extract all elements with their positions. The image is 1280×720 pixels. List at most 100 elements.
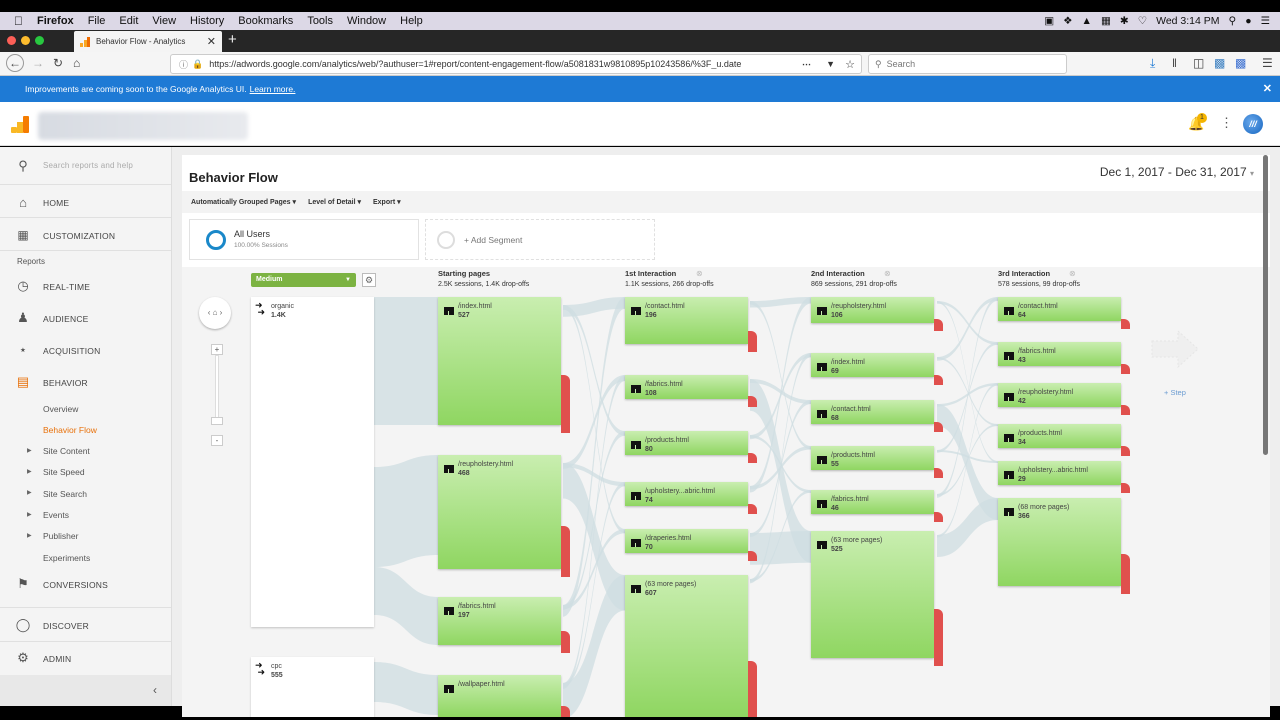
vertical-scrollbar[interactable] [1263, 155, 1268, 455]
export-dropdown[interactable]: Export ▾ [373, 198, 401, 206]
flow-node[interactable]: /products.html 80 [625, 431, 748, 455]
sidebar-item-events[interactable]: Events [43, 510, 69, 520]
account-avatar[interactable]: /// [1243, 114, 1263, 134]
menu-view[interactable]: View [152, 15, 176, 27]
reload-button[interactable]: ↻ [53, 56, 63, 70]
date-range-picker[interactable]: Dec 1, 2017 - Dec 31, 2017 ▾ [1100, 165, 1254, 179]
close-tab-icon[interactable]: ✕ [207, 35, 216, 48]
more-options-icon[interactable]: ⋮ [1220, 115, 1233, 131]
flow-connection[interactable] [563, 305, 625, 436]
dropoff-indicator[interactable] [934, 608, 943, 666]
learn-more-link[interactable]: Learn more. [250, 84, 296, 94]
flow-connection[interactable] [374, 662, 438, 715]
dropoff-indicator[interactable] [934, 512, 943, 522]
home-button[interactable]: ⌂ [73, 56, 80, 70]
dropoff-indicator[interactable] [561, 631, 570, 653]
flow-node[interactable]: /upholstery...abric.html 29 [998, 461, 1121, 485]
segment-all-users[interactable]: All Users 100.00% Sessions [189, 219, 419, 260]
sidebar-item-site-search[interactable]: Site Search [43, 489, 87, 499]
sidebar-item-discover[interactable]: ◯ DISCOVER [0, 609, 171, 641]
dropoff-indicator[interactable] [934, 375, 943, 385]
expand-triangle-icon[interactable]: ▶ [27, 489, 32, 496]
sidebar-item-audience[interactable]: ♟ AUDIENCE [0, 305, 171, 331]
dropoff-indicator[interactable] [748, 330, 757, 352]
sidebar-item-site-speed[interactable]: Site Speed [43, 467, 85, 477]
sidebar-item-experiments[interactable]: Experiments [43, 553, 90, 563]
flow-connection[interactable] [937, 383, 998, 407]
sidebar-icon[interactable]: ◫ [1193, 56, 1204, 70]
notification-center-icon[interactable]: ☰ [1261, 15, 1270, 27]
dropbox-icon[interactable]: ❖ [1063, 15, 1072, 27]
drive-icon[interactable]: ▲ [1082, 15, 1092, 27]
dropoff-indicator[interactable] [748, 504, 757, 514]
flow-node[interactable]: /fabrics.html 197 [438, 597, 561, 645]
dropoff-indicator[interactable] [934, 319, 943, 331]
flow-connection[interactable] [374, 567, 438, 645]
expand-triangle-icon[interactable]: ▶ [27, 532, 32, 539]
back-button[interactable]: ← [6, 54, 24, 72]
account-selector-blurred[interactable] [38, 112, 248, 140]
close-banner-icon[interactable]: ✕ [1263, 82, 1272, 95]
pocket-icon[interactable]: ▼ [826, 59, 835, 69]
spotlight-icon[interactable]: ⚲ [1229, 15, 1237, 27]
wifi-icon[interactable]: ♡ [1138, 15, 1147, 27]
sidebar-item-behavior[interactable]: ▤ BEHAVIOR [0, 369, 171, 395]
flow-connection[interactable] [937, 498, 998, 557]
dropoff-indicator[interactable] [748, 453, 757, 463]
dropoff-indicator[interactable] [1121, 405, 1130, 415]
dropoff-indicator[interactable] [1121, 446, 1130, 456]
sidebar-search-input[interactable]: Search reports and help [43, 161, 133, 170]
flow-node[interactable]: /wallpaper.html [438, 675, 561, 717]
dropoff-indicator[interactable] [748, 661, 757, 717]
zoom-in-button[interactable]: + [211, 344, 223, 355]
dimension-select[interactable]: Medium ▼ [251, 273, 356, 287]
dropoff-indicator[interactable] [934, 422, 943, 432]
collapse-chevron-icon[interactable]: ‹ [153, 683, 157, 697]
dropoff-indicator[interactable] [561, 375, 570, 433]
flow-node[interactable]: /contact.html 64 [998, 297, 1121, 321]
menu-tools[interactable]: Tools [307, 15, 333, 27]
menu-icon[interactable]: ☰ [1262, 56, 1273, 70]
dropoff-indicator[interactable] [748, 396, 757, 407]
sidebar-item-home[interactable]: ⌂ HOME [0, 185, 171, 217]
pan-home-control[interactable]: ‹ ⌂ › [199, 297, 231, 329]
clock[interactable]: Wed 3:14 PM [1156, 15, 1219, 27]
flow-node[interactable]: /index.html 527 [438, 297, 561, 425]
downloads-icon[interactable]: ⤓ [1150, 56, 1155, 71]
flow-node[interactable]: /index.html 69 [811, 353, 934, 377]
add-step-arrow-icon[interactable] [1150, 329, 1200, 369]
flow-node[interactable]: (63 more pages) 525 [811, 531, 934, 658]
expand-triangle-icon[interactable]: ▶ [27, 447, 32, 454]
dropoff-indicator[interactable] [1121, 364, 1130, 374]
sidebar-item-behavior-flow[interactable]: Behavior Flow [43, 425, 97, 435]
grouped-pages-dropdown[interactable]: Automatically Grouped Pages ▾ [191, 198, 296, 206]
flow-node[interactable]: /fabrics.html 46 [811, 490, 934, 514]
sidebar-item-publisher[interactable]: Publisher [43, 531, 78, 541]
add-step-button[interactable]: + Step [1164, 388, 1186, 397]
source-node-organic[interactable]: ➜ ➜ organic 1.4K [251, 297, 374, 627]
flow-node[interactable]: /reupholstery.html 106 [811, 297, 934, 323]
app-status-icon[interactable]: ▦ [1101, 15, 1111, 27]
flow-node[interactable]: /products.html 34 [998, 424, 1121, 448]
bookmark-star-icon[interactable]: ☆ [845, 58, 855, 71]
flow-connection[interactable] [374, 297, 438, 425]
siri-icon[interactable]: ● [1245, 15, 1251, 27]
menu-app-firefox[interactable]: Firefox [37, 15, 74, 27]
flow-node[interactable]: (63 more pages) 607 [625, 575, 748, 717]
menu-window[interactable]: Window [347, 15, 386, 27]
flow-node[interactable]: (68 more pages) 366 [998, 498, 1121, 586]
bluetooth-icon[interactable]: ✱ [1120, 15, 1129, 27]
screen-record-icon[interactable]: ▣ [1044, 15, 1054, 27]
remove-step-icon[interactable]: ⊗ [1069, 269, 1076, 278]
browser-search-input[interactable]: ⚲ Search [868, 54, 1067, 74]
flow-node[interactable]: /upholstery...abric.html 74 [625, 482, 748, 506]
dropoff-indicator[interactable] [1121, 483, 1130, 493]
sidebar-item-admin[interactable]: ⚙ ADMIN [0, 643, 171, 673]
apple-icon[interactable]:  [14, 14, 23, 28]
zoom-slider-handle[interactable] [211, 417, 223, 425]
sidebar-item-acquisition[interactable]: ⋆ ACQUISITION [0, 337, 171, 363]
sidebar-item-realtime[interactable]: ◷ REAL-TIME [0, 273, 171, 299]
expand-triangle-icon[interactable]: ▶ [27, 511, 32, 518]
dropoff-indicator[interactable] [1121, 554, 1130, 594]
flow-node[interactable]: /contact.html 68 [811, 400, 934, 424]
